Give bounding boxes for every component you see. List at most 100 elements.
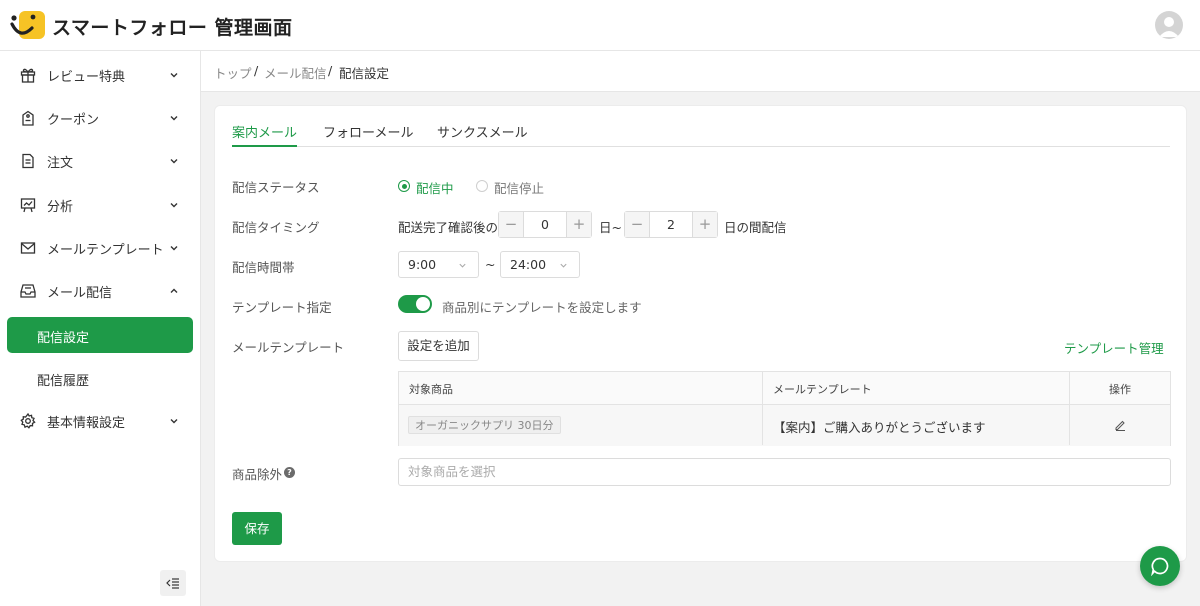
settings-card: 案内メール フォローメール サンクスメール 配信ステータス 配信中 配信停止 配…	[214, 105, 1187, 562]
sidebar-item-label: クーポン	[47, 113, 100, 128]
sidebar-item-orders[interactable]: 注文	[0, 143, 200, 179]
table-divider	[1069, 372, 1070, 445]
breadcrumb-mail-delivery[interactable]: メール配信	[264, 63, 327, 82]
coupon-icon	[22, 110, 34, 126]
mail-template-label: メールテンプレート	[232, 340, 345, 355]
chevron-up-icon	[170, 288, 178, 293]
sidebar-item-review-reward[interactable]: レビュー特典	[0, 57, 200, 93]
timing-prefix: 配送完了確認後の	[398, 220, 499, 235]
breadcrumb-separator: /	[328, 63, 333, 78]
start-time-select[interactable]: 9:00	[398, 251, 479, 278]
start-time-value: 9:00	[408, 257, 437, 272]
sidebar-item-label: メール配信	[47, 286, 113, 301]
chevron-down-icon	[170, 116, 178, 121]
breadcrumb-top[interactable]: トップ	[214, 63, 252, 82]
chevron-down-icon	[560, 263, 567, 268]
sidebar-item-label: 分析	[47, 200, 74, 215]
table-header-product: 対象商品	[399, 372, 763, 405]
app-header: スマートフォロー 管理画面	[0, 0, 1200, 51]
decrement-button[interactable]: −	[625, 212, 650, 237]
tab-follow-mail[interactable]: フォローメール	[323, 122, 413, 147]
chevron-down-icon	[170, 159, 178, 164]
chart-board-icon	[20, 198, 36, 213]
main-content: トップ / メール配信 / 配信設定 案内メール フォローメール サンクスメール…	[201, 51, 1200, 606]
add-setting-button[interactable]: 設定を追加	[398, 331, 479, 361]
timing-from-stepper[interactable]: − 0 +	[498, 211, 592, 238]
status-label: 配信ステータス	[232, 180, 320, 195]
sidebar-subitem-label: 配信設定	[37, 331, 90, 346]
increment-button[interactable]: +	[566, 212, 591, 237]
breadcrumb-separator: /	[254, 63, 259, 78]
table-header-template: メールテンプレート	[763, 372, 1070, 405]
template-assign-toggle[interactable]	[398, 295, 432, 313]
radio-dot	[476, 180, 488, 192]
tab-guide-mail[interactable]: 案内メール	[232, 122, 298, 147]
exclude-product-input[interactable]	[408, 464, 1148, 479]
radio-dot	[398, 180, 410, 192]
gift-icon	[20, 68, 36, 83]
exclude-product-field[interactable]	[398, 458, 1171, 486]
sidebar-item-label: 基本情報設定	[47, 416, 126, 431]
timing-label: 配信タイミング	[232, 220, 320, 235]
sidebar-subitem-label: 配信履歴	[37, 374, 90, 389]
app-title: スマートフォロー 管理画面	[52, 17, 293, 39]
edit-icon[interactable]	[1114, 419, 1126, 431]
timing-from-value[interactable]: 0	[525, 217, 565, 232]
mail-icon	[20, 242, 36, 254]
chat-bubble-icon	[1151, 557, 1169, 576]
sidebar-item-analytics[interactable]: 分析	[0, 187, 200, 223]
sidebar-item-label: レビュー特典	[47, 70, 126, 85]
chevron-down-icon	[459, 263, 466, 268]
timing-to-stepper[interactable]: − 2 +	[624, 211, 718, 238]
table-cell-action	[1070, 405, 1170, 446]
time-separator: ~	[485, 257, 496, 272]
sidebar-item-mail-template[interactable]: メールテンプレート	[0, 230, 200, 266]
breadcrumb-current: 配信設定	[339, 66, 390, 81]
template-manage-link[interactable]: テンプレート管理	[1064, 338, 1164, 357]
template-name: 【案内】ご購入ありがとうございます	[773, 420, 986, 435]
template-table: 対象商品 メールテンプレート 操作 オーガニックサプリ 30日分 【案内】ご購入…	[398, 371, 1171, 446]
avatar[interactable]	[1155, 11, 1183, 39]
tab-thanks-mail[interactable]: サンクスメール	[437, 122, 528, 147]
sidebar-item-basic-settings[interactable]: 基本情報設定	[0, 403, 200, 439]
increment-button[interactable]: +	[692, 212, 717, 237]
sidebar-item-label: 注文	[47, 156, 74, 171]
timing-suffix: 日の間配信	[724, 220, 787, 235]
time-window-label: 配信時間帯	[232, 260, 295, 275]
table-header-action: 操作	[1070, 372, 1170, 405]
smiley-logo-icon[interactable]	[10, 10, 45, 40]
timing-middle: 日~	[599, 220, 622, 235]
user-avatar-icon	[1159, 17, 1179, 37]
chevron-down-icon	[170, 419, 178, 424]
table-divider	[762, 372, 763, 445]
sidebar: レビュー特典 クーポン 注文 分析 メールテンプレート メール配信 配信設定 配…	[0, 51, 201, 606]
collapse-sidebar-icon	[166, 578, 179, 589]
chevron-down-icon	[170, 203, 178, 208]
chevron-down-icon	[170, 73, 178, 78]
end-time-value: 24:00	[510, 257, 547, 272]
sidebar-subitem-delivery-history[interactable]: 配信履歴	[7, 360, 193, 396]
gear-icon	[20, 413, 36, 429]
table-cell-template: 【案内】ご購入ありがとうございます	[763, 405, 1070, 446]
save-button[interactable]: 保存	[232, 512, 282, 545]
radio-label: 配信中	[416, 181, 454, 196]
sidebar-item-mail-delivery[interactable]: メール配信	[0, 273, 200, 309]
help-icon[interactable]: ?	[284, 467, 295, 478]
decrement-button[interactable]: −	[499, 212, 524, 237]
sidebar-item-label: メールテンプレート	[47, 243, 164, 258]
table-cell-product: オーガニックサプリ 30日分	[399, 405, 763, 446]
end-time-select[interactable]: 24:00	[500, 251, 580, 278]
chat-button[interactable]	[1140, 546, 1180, 586]
collapse-sidebar-button[interactable]	[160, 570, 186, 596]
document-icon	[22, 153, 34, 169]
tab-bar: 案内メール フォローメール サンクスメール	[232, 122, 1170, 147]
sidebar-subitem-delivery-settings[interactable]: 配信設定	[7, 317, 193, 353]
sidebar-item-coupon[interactable]: クーポン	[0, 100, 200, 136]
template-assign-description: 商品別にテンプレートを設定します	[442, 300, 642, 315]
product-tag: オーガニックサプリ 30日分	[408, 416, 561, 434]
timing-to-value[interactable]: 2	[651, 217, 691, 232]
exclude-label: 商品除外	[232, 467, 283, 482]
radio-label: 配信停止	[494, 181, 545, 196]
inbox-icon	[20, 284, 36, 298]
breadcrumb: トップ / メール配信 / 配信設定	[201, 51, 1200, 92]
